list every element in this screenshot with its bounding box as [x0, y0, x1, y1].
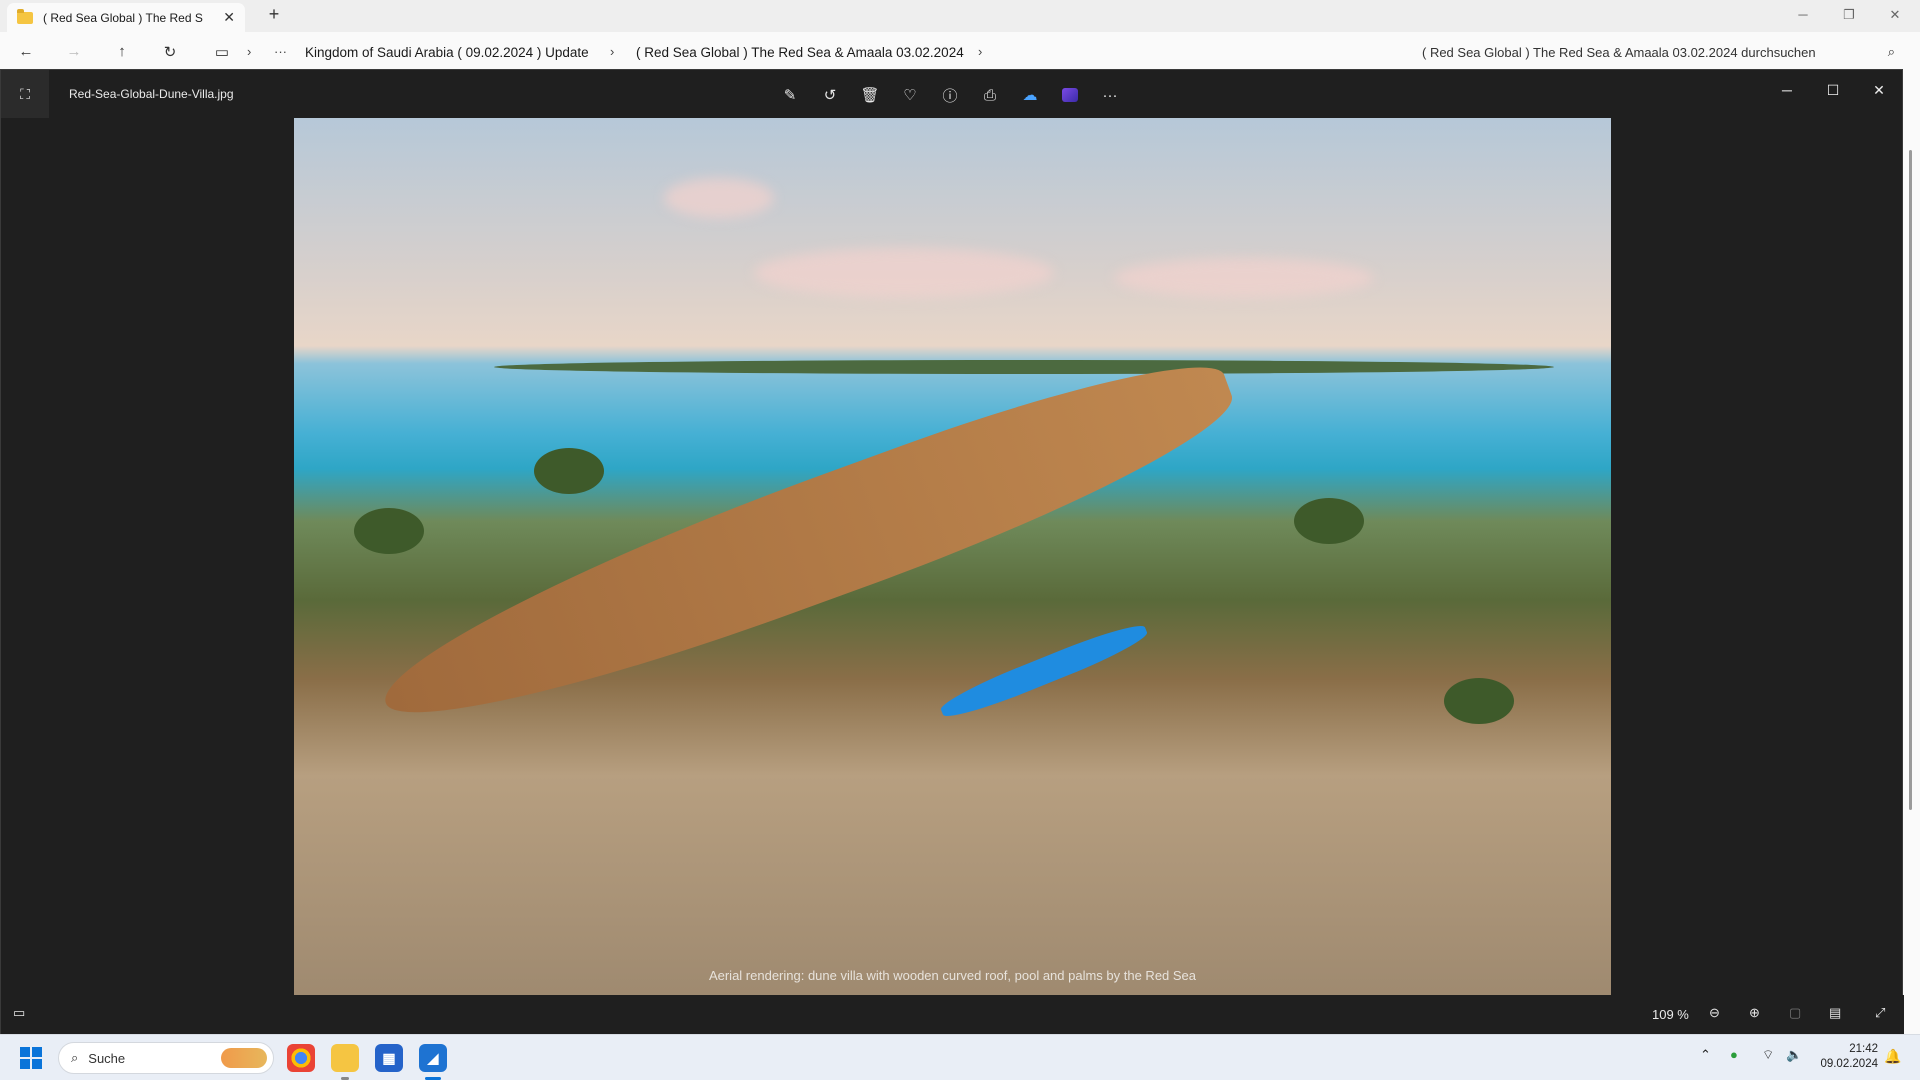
this-pc-icon[interactable]: ▭: [210, 43, 234, 61]
viewer-maximize-button[interactable]: ☐: [1813, 80, 1853, 100]
chevron-right-icon: ›: [247, 44, 252, 59]
fullscreen-icon[interactable]: ⤢: [1875, 1005, 1885, 1021]
close-window-button[interactable]: ✕: [1872, 2, 1918, 28]
photos-viewer-window: ⛶ Red-Sea-Global-Dune-Villa.jpg ✎ ↺ 🗑 ♡ …: [0, 69, 1904, 1035]
cloud-shape: [754, 248, 1054, 298]
show-hidden-icons-icon[interactable]: ⌃: [1700, 1047, 1711, 1063]
search-icon: ⌕: [71, 1050, 79, 1065]
delete-icon[interactable]: 🗑: [857, 82, 883, 108]
windows-start-icon[interactable]: [20, 1047, 42, 1069]
palm-shape: [354, 508, 424, 554]
photos-icon[interactable]: ◢: [419, 1044, 447, 1072]
print-icon[interactable]: ⎙: [977, 82, 1003, 108]
fit-to-window-icon[interactable]: ▢: [1789, 1005, 1801, 1021]
palm-shape: [1294, 498, 1364, 544]
up-arrow-icon[interactable]: ↑: [110, 43, 134, 60]
explorer-tab[interactable]: ( Red Sea Global ) The Red Sea ✕: [7, 3, 245, 32]
refresh-icon[interactable]: ↻: [158, 43, 182, 61]
search-highlight-icon: [221, 1048, 267, 1068]
folder-icon: [17, 8, 33, 24]
photo-image[interactable]: Aerial rendering: dune villa with wooden…: [294, 118, 1611, 995]
chrome-icon[interactable]: [287, 1044, 315, 1072]
wifi-icon[interactable]: ⌔: [1762, 1047, 1774, 1063]
filmstrip-icon[interactable]: ▭: [13, 1005, 25, 1021]
taskbar-search-box[interactable]: ⌕ Suche: [58, 1042, 274, 1074]
volume-icon[interactable]: 🔈: [1786, 1047, 1802, 1063]
chevron-right-icon: ›: [610, 44, 615, 59]
clock-time: 21:42: [1849, 1043, 1878, 1055]
cloud-shape: [664, 178, 774, 218]
minimize-button[interactable]: ─: [1780, 2, 1826, 28]
zoom-out-icon[interactable]: ⊖: [1709, 1005, 1720, 1021]
image-placeholder-label: Aerial rendering: dune villa with wooden…: [708, 968, 1197, 983]
taskbar: ⌕ Suche ▦ ◢ ⌃ ● ⌔ 🔈 21:42 09.02.2024 🔔: [0, 1034, 1920, 1080]
security-icon[interactable]: ●: [1730, 1047, 1738, 1062]
forward-arrow-icon[interactable]: →: [62, 43, 86, 60]
search-label: Suche: [88, 1050, 126, 1066]
actual-size-icon[interactable]: ▤: [1829, 1005, 1841, 1021]
more-crumbs-icon[interactable]: ···: [274, 44, 287, 59]
cloud-shape: [1114, 258, 1374, 298]
clock[interactable]: 21:42 09.02.2024: [1810, 1042, 1878, 1072]
file-name: Red-Sea-Global-Dune-Villa.jpg: [69, 87, 234, 101]
more-icon[interactable]: ···: [1097, 82, 1123, 108]
info-icon[interactable]: ⓘ: [937, 82, 963, 108]
edit-icon[interactable]: ✎: [777, 82, 803, 108]
photos-app-icon: ⛶: [1, 70, 49, 118]
restore-button[interactable]: ❐: [1826, 2, 1872, 28]
viewer-bottom-bar: ▭ 109 % ⊖ ⊕ ▢ ▤ ⤢: [1, 995, 1904, 1035]
breadcrumb-item[interactable]: ( Red Sea Global ) The Red Sea & Amaala …: [636, 45, 964, 60]
new-tab-button[interactable]: +: [262, 4, 286, 25]
explorer-tab-bar: ( Red Sea Global ) The Red Sea ✕ + ─ ❐ ✕: [0, 0, 1920, 32]
folder-search-input[interactable]: ( Red Sea Global ) The Red Sea & Amaala …: [1407, 38, 1907, 66]
onedrive-icon[interactable]: ☁: [1017, 82, 1043, 108]
chevron-right-icon[interactable]: ›: [978, 44, 982, 59]
store-icon[interactable]: ▦: [375, 1044, 403, 1072]
villa-roof-shape: [363, 333, 1251, 755]
breadcrumb-item[interactable]: Kingdom of Saudi Arabia ( 09.02.2024 ) U…: [305, 45, 589, 60]
file-explorer-icon[interactable]: [331, 1044, 359, 1072]
viewer-title-bar: ⛶ Red-Sea-Global-Dune-Villa.jpg ✎ ↺ 🗑 ♡ …: [1, 70, 1904, 118]
pool-shape: [937, 617, 1151, 725]
viewer-minimize-button[interactable]: ─: [1767, 80, 1807, 100]
zoom-level: 109 %: [1652, 1007, 1689, 1022]
palm-shape: [1444, 678, 1514, 724]
viewer-toolbar: ✎ ↺ 🗑 ♡ ⓘ ⎙ ☁ ···: [777, 82, 1123, 108]
island-shape: [494, 360, 1554, 374]
palm-shape: [534, 448, 604, 494]
favorite-icon[interactable]: ♡: [897, 82, 923, 108]
address-bar: ← → ↑ ↻ ▭ › ··· Kingdom of Saudi Arabia …: [0, 32, 1920, 72]
rotate-icon[interactable]: ↺: [817, 82, 843, 108]
close-tab-icon[interactable]: ✕: [223, 9, 235, 26]
clipchamp-icon[interactable]: [1057, 82, 1083, 108]
tab-title: ( Red Sea Global ) The Red Sea: [43, 10, 203, 25]
scrollbar[interactable]: [1909, 150, 1912, 810]
search-icon: ⌕: [1887, 44, 1895, 59]
viewer-close-button[interactable]: ✕: [1859, 80, 1899, 100]
back-arrow-icon[interactable]: ←: [14, 43, 38, 60]
notification-bell-icon[interactable]: 🔔: [1884, 1048, 1901, 1065]
clock-date: 09.02.2024: [1820, 1058, 1878, 1070]
zoom-in-icon[interactable]: ⊕: [1749, 1005, 1760, 1021]
search-placeholder: ( Red Sea Global ) The Red Sea & Amaala …: [1422, 44, 1816, 60]
